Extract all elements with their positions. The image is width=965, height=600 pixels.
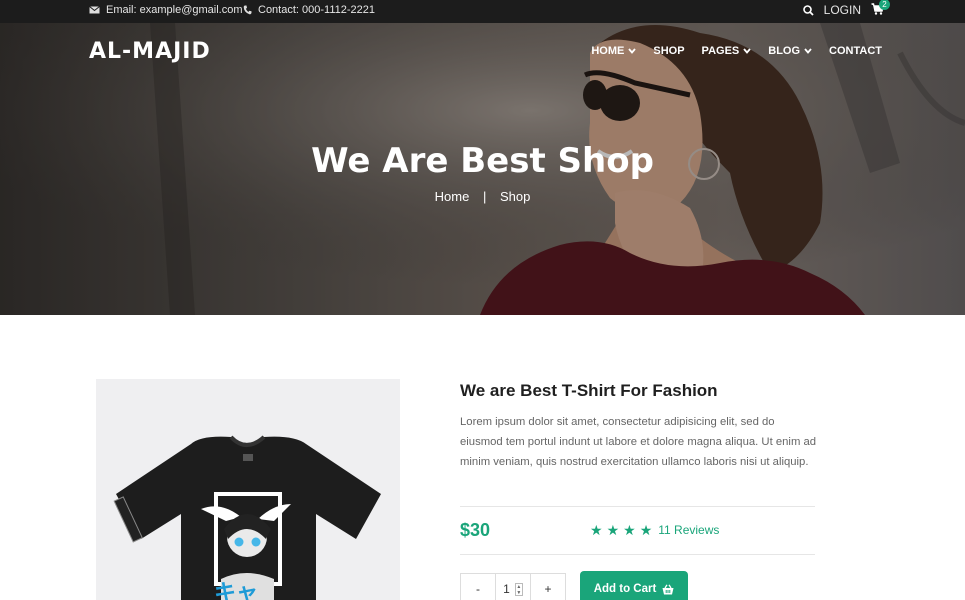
- page-title: We Are Best Shop: [311, 141, 654, 181]
- nav-blog-label: BLOG: [768, 45, 801, 57]
- quantity-spinner-icon[interactable]: ▲ ▼: [514, 582, 523, 596]
- main-nav: HOME SHOP PAGES BLOG CONTACT: [591, 45, 882, 57]
- add-to-cart-button[interactable]: Add to Cart: [580, 571, 688, 600]
- nav-shop-label: SHOP: [653, 45, 685, 57]
- phone-contact: Contact: 000-1112-2221: [243, 4, 375, 16]
- quantity-stepper: - 1 ▲ ▼ +: [460, 573, 566, 600]
- chevron-down-icon: [743, 48, 751, 54]
- breadcrumb-separator: |: [482, 189, 487, 204]
- star-icon: ★: [606, 522, 620, 538]
- product-rating: ★ ★ ★ ★ 11 Reviews: [590, 523, 719, 537]
- nav-pages[interactable]: PAGES: [702, 45, 752, 57]
- star-icon: ★: [639, 522, 653, 538]
- product-title: We are Best T-Shirt For Fashion: [460, 381, 718, 400]
- hero-banner: AL-MAJID HOME SHOP PAGES BLOG CONTACT We…: [0, 23, 965, 315]
- nav-pages-label: PAGES: [701, 45, 740, 57]
- envelope-icon: [89, 6, 100, 14]
- product-description: Lorem ipsum dolor sit amet, consectetur …: [460, 416, 817, 468]
- quantity-increase-button[interactable]: +: [531, 574, 565, 600]
- email-contact: Email: example@gmail.com: [89, 4, 243, 16]
- nav-home[interactable]: HOME: [591, 45, 637, 57]
- reviews-link[interactable]: 11 Reviews: [658, 523, 719, 537]
- cart-button[interactable]: 2: [871, 0, 890, 17]
- svg-text:キャ: キャ: [214, 581, 258, 600]
- tshirt-image: キャ: [113, 435, 381, 600]
- site-logo[interactable]: AL-MAJID: [89, 39, 211, 64]
- chevron-down-icon: [804, 48, 812, 54]
- star-icon: ★: [590, 522, 603, 538]
- breadcrumb-shop: Shop: [499, 189, 531, 204]
- login-link[interactable]: LOGIN: [824, 3, 861, 17]
- divider: [460, 506, 815, 507]
- phone-icon: [243, 5, 252, 15]
- chevron-down-icon: [628, 48, 637, 54]
- cart-count-badge: 2: [879, 0, 890, 10]
- nav-shop[interactable]: SHOP: [653, 45, 684, 57]
- product-image[interactable]: キャ: [96, 379, 400, 600]
- quantity-decrease-button[interactable]: -: [461, 574, 495, 600]
- star-icon: ★: [623, 522, 636, 538]
- add-to-cart-label: Add to Cart: [593, 583, 657, 595]
- breadcrumb-home[interactable]: Home: [435, 189, 470, 204]
- breadcrumb: Home | Shop: [0, 189, 965, 204]
- quantity-field[interactable]: 1 ▲ ▼: [495, 574, 531, 600]
- divider: [460, 554, 815, 555]
- email-text: Email: example@gmail.com: [106, 4, 243, 16]
- top-bar: Email: example@gmail.com Contact: 000-11…: [0, 0, 965, 23]
- nav-contact-label: CONTACT: [829, 45, 882, 57]
- product-price: $30: [460, 520, 491, 540]
- basket-icon: [662, 583, 674, 594]
- top-actions: LOGIN 2: [802, 0, 890, 17]
- search-icon[interactable]: [802, 4, 814, 16]
- phone-text: Contact: 000-1112-2221: [258, 4, 376, 16]
- nav-home-label: HOME: [591, 45, 625, 57]
- nav-blog[interactable]: BLOG: [768, 45, 812, 57]
- quantity-value: 1: [503, 582, 510, 596]
- nav-contact[interactable]: CONTACT: [829, 45, 882, 57]
